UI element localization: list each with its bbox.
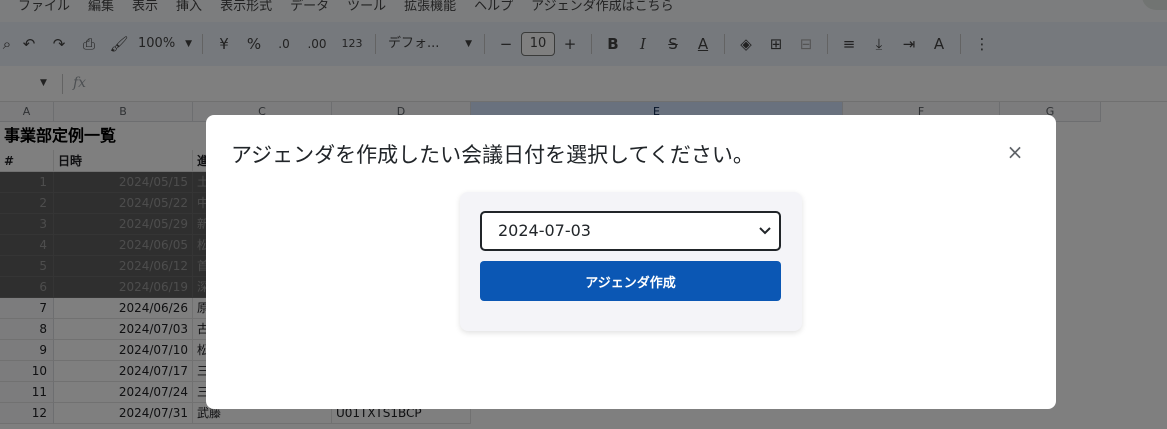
create-agenda-button[interactable]: アジェンダ作成 bbox=[480, 261, 781, 301]
dialog-title: アジェンダを作成したい会議日付を選択してください。 bbox=[231, 143, 754, 167]
selected-date: 2024-07-03 bbox=[498, 221, 591, 240]
agenda-dialog: アジェンダを作成したい会議日付を選択してください。 × 2024-07-03 ア… bbox=[206, 115, 1056, 409]
chevron-down-icon bbox=[759, 213, 771, 249]
date-selection-card: 2024-07-03 アジェンダ作成 bbox=[460, 192, 802, 331]
meeting-date-select[interactable]: 2024-07-03 bbox=[480, 211, 781, 251]
close-icon[interactable]: × bbox=[1004, 140, 1026, 164]
